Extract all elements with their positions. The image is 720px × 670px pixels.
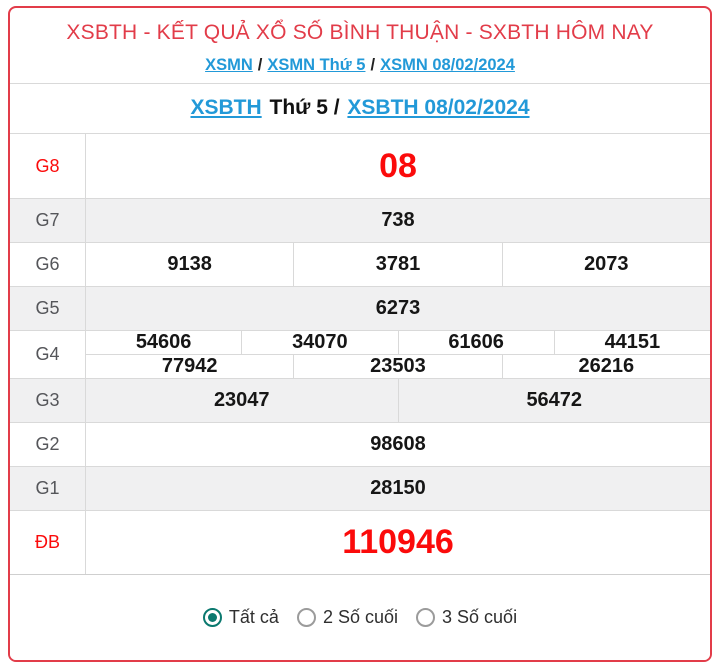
prize-number: 26216 xyxy=(501,355,710,378)
prize-number: 54606 xyxy=(135,331,192,353)
prize-row-g2: G2 98608 xyxy=(10,422,710,466)
prize-number: 23047 xyxy=(213,389,270,411)
prize-number: 98608 xyxy=(370,433,426,455)
radio-option-tất-cả[interactable]: Tất cả xyxy=(202,607,279,628)
prize-label: G6 xyxy=(10,243,86,286)
prize-number: 2073 xyxy=(501,243,710,286)
prize-label: G7 xyxy=(10,199,86,242)
breadcrumb-link-xsmn-date[interactable]: XSMN 08/02/2024 xyxy=(380,56,515,74)
prize-row-g8: G8 08 xyxy=(10,134,710,198)
radio-option-3-số-cuối[interactable]: 3 Số cuối xyxy=(416,607,517,628)
radio-label: 2 Số cuối xyxy=(322,607,399,627)
results-card: XSBTH - KẾT QUẢ XỔ SỐ BÌNH THUẬN - SXBTH… xyxy=(8,6,712,662)
breadcrumb: XSMN / XSMN Thứ 5/XSMN 08/02/2024 xyxy=(16,56,704,75)
radio-selected-icon[interactable] xyxy=(202,608,222,627)
prize-label: G5 xyxy=(10,287,86,330)
prize-row-đb: ĐB 110946 xyxy=(10,510,710,574)
breadcrumb-link-xsmn[interactable]: XSMN xyxy=(205,56,253,74)
page-title: XSBTH - KẾT QUẢ XỔ SỐ BÌNH THUẬN - SXBTH… xyxy=(66,21,654,44)
prize-number: 3781 xyxy=(293,243,501,286)
subheading-link-region[interactable]: XSBTH xyxy=(190,96,261,119)
prize-number: 08 xyxy=(379,146,417,185)
breadcrumb-separator: / xyxy=(257,56,263,74)
prize-label: ĐB xyxy=(10,511,86,574)
prize-row-g5: G5 6273 xyxy=(10,286,710,330)
prize-row-g4: G4 54606 34070 61606 44151 77942 23503 26216 xyxy=(10,330,710,378)
subheading-link-date[interactable]: XSBTH 08/02/2024 xyxy=(347,96,529,119)
radio-label: Tất cả xyxy=(228,607,279,627)
prize-number: 44151 xyxy=(553,331,710,354)
prize-label: G8 xyxy=(10,134,86,198)
prize-label: G3 xyxy=(10,379,86,422)
prize-number: 110946 xyxy=(342,523,454,561)
breadcrumb-link-xsmn-thu5[interactable]: XSMN Thứ 5 xyxy=(267,56,365,74)
radio-label: 3 Số cuối xyxy=(442,607,518,627)
header: XSBTH - KẾT QUẢ XỔ SỐ BÌNH THUẬN - SXBTH… xyxy=(10,8,710,83)
breadcrumb-separator: / xyxy=(370,56,376,74)
prize-number: 9138 xyxy=(167,253,212,275)
prize-number: 28150 xyxy=(370,477,426,499)
prize-row-g6: G6 9138 3781 2073 xyxy=(10,242,710,286)
prize-number: 61606 xyxy=(397,331,554,354)
radio-unselected-icon[interactable] xyxy=(296,608,316,627)
prize-row-g7: G7 738 xyxy=(10,198,710,242)
display-mode-group: Tất cả 2 Số cuối 3 Số cuối xyxy=(10,574,710,660)
prize-label: G4 xyxy=(10,331,86,378)
radio-option-2-số-cuối[interactable]: 2 Số cuối xyxy=(296,607,399,628)
prize-row-g1: G1 28150 xyxy=(10,466,710,510)
prize-number: 34070 xyxy=(241,331,397,354)
prize-number: 738 xyxy=(381,209,415,231)
results-table: G8 08 G7 738 G6 9138 3781 2073 G5 6273 G4 54606 3407… xyxy=(10,133,710,574)
prize-number: 6273 xyxy=(375,297,421,319)
prize-row-g3: G3 23047 56472 xyxy=(10,378,710,422)
prize-number: 77942 xyxy=(161,355,218,377)
subheading-weekday: Thứ 5 / xyxy=(269,96,340,119)
radio-unselected-icon[interactable] xyxy=(416,608,436,627)
prize-label: G2 xyxy=(10,423,86,466)
subheading: XSBTH Thứ 5 / XSBTH 08/02/2024 xyxy=(10,84,710,133)
prize-number: 56472 xyxy=(397,379,711,422)
prize-number: 23503 xyxy=(293,355,501,378)
prize-label: G1 xyxy=(10,467,86,510)
